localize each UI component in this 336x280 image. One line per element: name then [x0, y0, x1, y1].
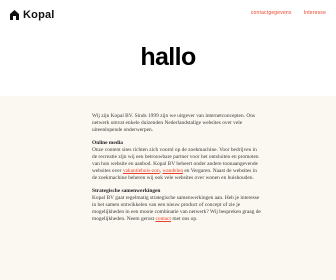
- logo[interactable]: Kopal: [9, 7, 55, 23]
- top-bar: Kopal contactgegevens Interesse: [0, 0, 336, 34]
- strategic-heading: Strategische samenwerkingen: [92, 188, 161, 194]
- contact-link[interactable]: contact: [155, 216, 171, 222]
- hero: hallo: [0, 34, 336, 96]
- logo-text: Kopal: [23, 9, 55, 21]
- online-media-heading: Online media: [92, 140, 123, 146]
- strategic-paragraph: Kopal BV gaat regelmatig strategische sa…: [92, 195, 262, 223]
- house-icon: [9, 9, 20, 21]
- nav-link-interesse[interactable]: Interesse: [304, 10, 326, 16]
- nav-link-contactgegevens[interactable]: contactgegevens: [251, 10, 292, 16]
- online-media-paragraph: Onze content sites richten zich voornl o…: [92, 147, 262, 182]
- top-nav: contactgegevens Interesse: [251, 10, 326, 16]
- link-wandelen[interactable]: wandelen: [162, 168, 183, 174]
- link-vakantiehuis[interactable]: vakantiehuis-zon: [123, 168, 160, 174]
- hero-title: hallo: [140, 43, 196, 71]
- strategic-text-after: met ons op.: [171, 216, 198, 222]
- intro-paragraph: Wij zijn Kopal BV. Sinds 1999 zijn we ui…: [92, 113, 256, 133]
- main-content: Wij zijn Kopal BV. Sinds 1999 zijn we ui…: [92, 113, 262, 229]
